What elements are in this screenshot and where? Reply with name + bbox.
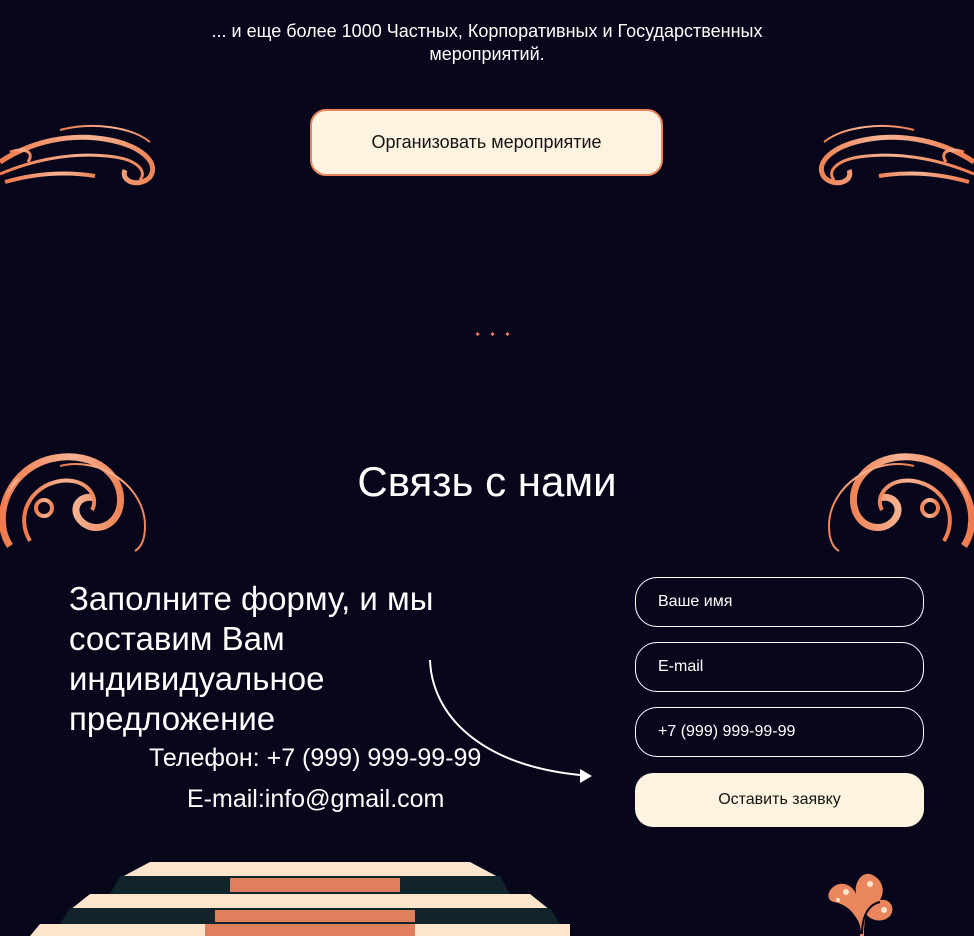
submit-request-button[interactable]: Оставить заявку — [635, 773, 924, 827]
curved-arrow-icon — [429, 659, 592, 783]
intro-text: ... и еще более 1000 Частных, Корпоратив… — [0, 20, 974, 66]
stage-podium-illustration — [30, 862, 570, 936]
contact-section-title: Связь с нами — [357, 458, 617, 505]
swirl-ornament-icon-top-left — [0, 125, 155, 186]
email-input[interactable] — [635, 642, 924, 692]
contact-email: E-mail:info@gmail.com — [187, 785, 445, 813]
intro-line-2: мероприятий. — [429, 44, 545, 64]
coral-ornament-icon — [828, 873, 893, 936]
intro-line-1: ... и еще более 1000 Частных, Корпоратив… — [211, 21, 763, 41]
name-input[interactable] — [635, 577, 924, 627]
section-divider: ✦ ✦ ✦ — [474, 330, 514, 339]
organize-event-button[interactable]: Организовать мероприятие — [310, 109, 663, 176]
form-lead-text: Заполните форму, и мы составим Вам индив… — [69, 580, 434, 737]
phone-input[interactable] — [635, 707, 924, 757]
swirl-ornament-icon-top-right — [819, 125, 974, 186]
